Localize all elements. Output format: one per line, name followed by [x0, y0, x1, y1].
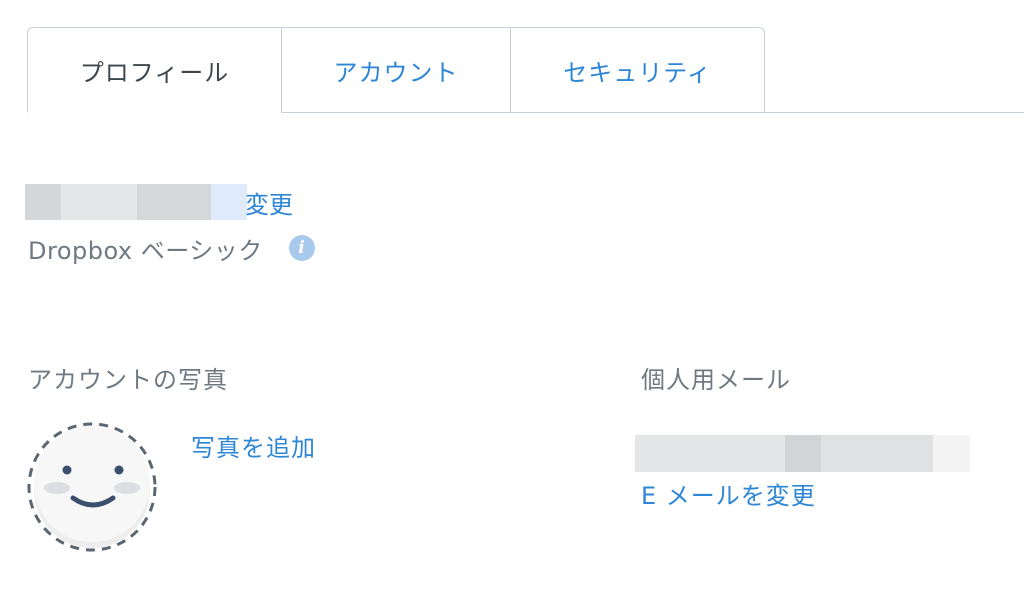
- redacted-name-part: [137, 184, 211, 220]
- change-email-link[interactable]: E メールを変更: [641, 476, 816, 511]
- tab-account[interactable]: アカウント: [282, 27, 511, 113]
- redacted-email: [635, 435, 970, 472]
- redacted-name: [25, 184, 61, 220]
- change-name-link[interactable]: 変更: [245, 185, 293, 220]
- account-name-row: 変更: [25, 184, 293, 220]
- personal-email-heading: 個人用メール: [641, 366, 791, 394]
- plan-label: Dropbox ベーシック: [28, 236, 263, 265]
- profile-settings-page: プロフィール アカウント セキュリティ 変更 Dropbox ベーシック i ア…: [0, 0, 1024, 596]
- redacted-email-part: [785, 435, 821, 472]
- info-icon[interactable]: i: [288, 235, 315, 261]
- tab-security[interactable]: セキュリティ: [511, 27, 765, 113]
- smiley-avatar-icon[interactable]: [27, 422, 157, 552]
- redacted-name-part: [61, 184, 137, 220]
- redacted-email-part: [933, 435, 970, 472]
- account-photo-heading: アカウントの写真: [28, 366, 228, 394]
- redacted-email-part: [821, 435, 933, 472]
- add-photo-link[interactable]: 写真を追加: [191, 428, 316, 463]
- redacted-name-part: [211, 184, 247, 220]
- tab-profile[interactable]: プロフィール: [27, 27, 282, 113]
- redacted-email-part: [635, 435, 785, 472]
- settings-tabs: プロフィール アカウント セキュリティ: [27, 27, 765, 113]
- plan-row: Dropbox ベーシック i: [28, 230, 315, 266]
